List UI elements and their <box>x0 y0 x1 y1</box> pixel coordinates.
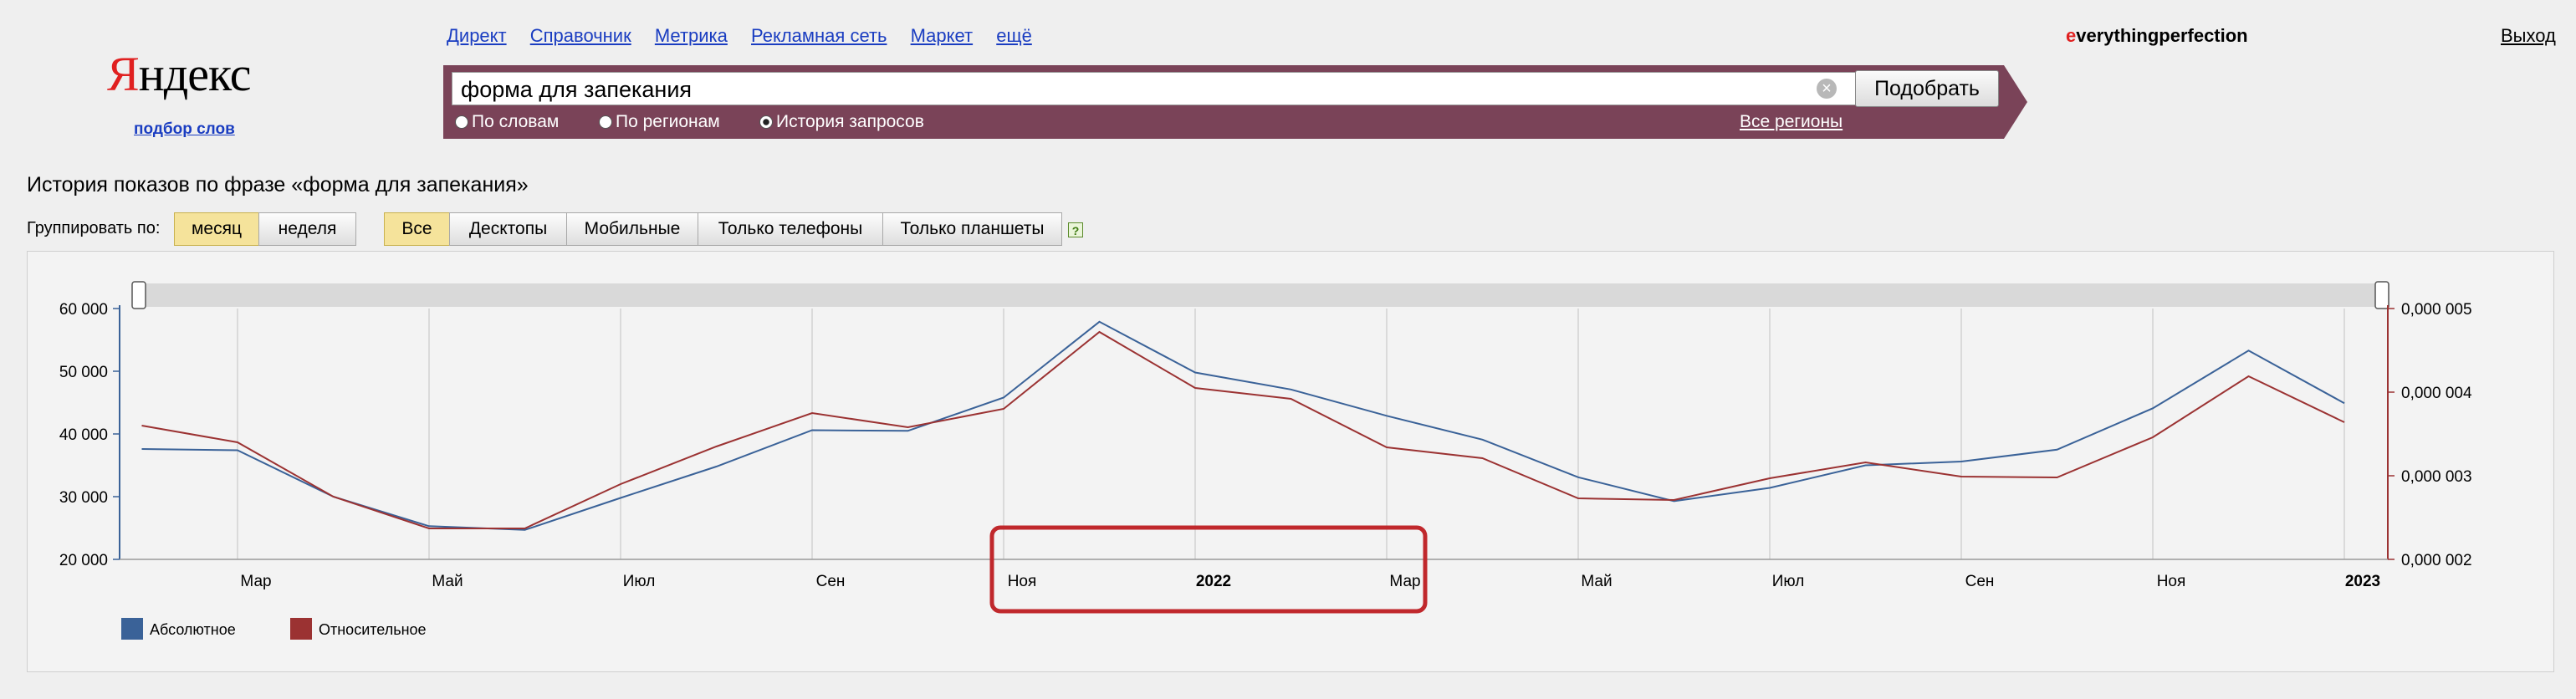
help-icon[interactable]: ? <box>1068 222 1083 237</box>
device-phones-button[interactable]: Только телефоны <box>698 212 883 246</box>
clear-icon[interactable]: × <box>1817 79 1837 99</box>
service-link-directory[interactable]: Справочник <box>530 25 631 46</box>
group-month-button[interactable]: месяц <box>174 212 259 246</box>
history-chart: 20 000 30 000 40 000 50 000 60 000 0,000 002 0… <box>59 281 2472 640</box>
device-tablets-button[interactable]: Только планшеты <box>882 212 1062 246</box>
x-tick-label: Май <box>1581 573 1612 590</box>
radio-dot-selected <box>759 115 773 129</box>
x-tick-label: Мар <box>1389 573 1420 590</box>
series-line-absolute <box>141 320 2345 531</box>
series-line-relative <box>141 330 2345 529</box>
search-input[interactable] <box>452 72 1857 105</box>
user-name[interactable]: everythingperfection <box>2066 25 2248 47</box>
radio-label: По регионам <box>616 112 720 131</box>
x-tick-label: 2023 <box>2345 573 2380 590</box>
x-tick-label: Ноя <box>2157 573 2186 590</box>
chart-panel: 20 000 30 000 40 000 50 000 60 000 0,000 002 0… <box>27 251 2554 672</box>
legend-swatch-relative <box>290 618 312 640</box>
device-mobile-button[interactable]: Мобильные <box>566 212 698 246</box>
group-by-label: Группировать по: <box>27 219 161 237</box>
logo-rest: ндекс <box>138 47 252 101</box>
range-handle-right <box>2374 281 2389 309</box>
user-name-rest: verythingperfection <box>2076 25 2248 46</box>
device-all-button[interactable]: Все <box>384 212 450 246</box>
x-tick-label: Июл <box>1772 573 1805 590</box>
y-left-tick-label: 30 000 <box>59 489 108 507</box>
y-left-tick-label: 20 000 <box>59 552 108 569</box>
range-handle-left <box>131 281 146 309</box>
yandex-logo[interactable]: Яндекс <box>107 50 258 99</box>
service-link-more[interactable]: ещё <box>996 25 1032 46</box>
legend-swatch-absolute <box>121 618 143 640</box>
x-tick-label: Май <box>432 573 463 590</box>
search-bar: × Подобрать По словам По регионам Истори… <box>443 65 2027 139</box>
x-tick-label: Сен <box>816 573 846 590</box>
x-tick-label: Ноя <box>1008 573 1037 590</box>
legend-label-relative: Относительное <box>319 621 427 638</box>
logout-link[interactable]: Выход <box>2501 25 2556 47</box>
y-right-tick-label: 0,000 003 <box>2401 468 2472 486</box>
radio-by-words[interactable]: По словам <box>455 112 559 132</box>
search-bar-arrow <box>2004 65 2027 139</box>
radio-label: История запросов <box>776 112 924 131</box>
y-right-tick-label: 0,000 002 <box>2401 552 2472 569</box>
services-nav: Директ Справочник Метрика Рекламная сеть… <box>447 25 1050 47</box>
y-left-tick-label: 50 000 <box>59 364 108 381</box>
radio-dot <box>455 115 468 129</box>
y-left-tick-label: 60 000 <box>59 301 108 319</box>
submit-button[interactable]: Подобрать <box>1855 70 1999 107</box>
regions-link[interactable]: Все регионы <box>1740 112 1843 132</box>
y-right-tick-label: 0,000 005 <box>2401 301 2472 319</box>
wordstat-link[interactable]: подбор слов <box>134 120 235 139</box>
service-link-market[interactable]: Маркет <box>911 25 974 46</box>
x-tick-label: 2022 <box>1196 573 1231 590</box>
x-tick-label: Сен <box>1965 573 1995 590</box>
x-tick-label: Мар <box>240 573 271 590</box>
page-title: История показов по фразе «форма для запе… <box>27 173 529 196</box>
range-navigator <box>135 283 2389 307</box>
logo-first-letter: Я <box>107 47 140 101</box>
x-tick-label: Июл <box>623 573 656 590</box>
radio-label: По словам <box>472 112 560 131</box>
highlight-box <box>989 525 1428 614</box>
y-right-tick-label: 0,000 004 <box>2401 385 2472 402</box>
legend-label-absolute: Абсолютное <box>150 621 236 638</box>
user-name-first: e <box>2066 25 2077 46</box>
y-left-tick-label: 40 000 <box>59 426 108 444</box>
service-link-ad-network[interactable]: Рекламная сеть <box>751 25 887 46</box>
radio-query-history[interactable]: История запросов <box>759 112 924 132</box>
service-link-metrika[interactable]: Метрика <box>655 25 728 46</box>
radio-by-regions[interactable]: По регионам <box>599 112 720 132</box>
radio-dot <box>599 115 612 129</box>
group-week-button[interactable]: неделя <box>258 212 356 246</box>
service-link-direct[interactable]: Директ <box>447 25 507 46</box>
device-desktops-button[interactable]: Десктопы <box>449 212 567 246</box>
